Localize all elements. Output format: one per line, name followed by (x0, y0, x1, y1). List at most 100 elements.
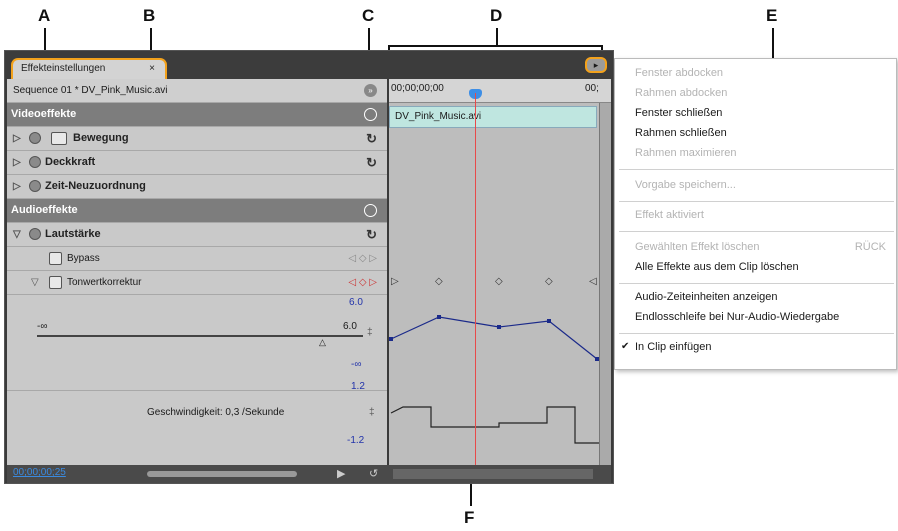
callout-b: B (143, 6, 156, 25)
motion-icon (51, 132, 67, 145)
effect-name: Deckkraft (45, 156, 96, 168)
menu-separator (619, 231, 894, 232)
sequence-row: Sequence 01 * DV_Pink_Music.avi » (7, 79, 387, 103)
tab-effect-controls[interactable]: Effekteinstellungen × (11, 58, 167, 79)
effect-row-lautstaerke[interactable]: ▽ Lautstärke ↻ (7, 223, 387, 247)
loop-icon[interactable]: ↺ (369, 467, 378, 480)
menu-separator (619, 201, 894, 202)
keyframe-row: ▷ ◇ ◇ ◇ ◁ (389, 271, 599, 295)
property-name: Tonwertkorrektur (67, 277, 142, 288)
video-effects-header: Videoeffekte (7, 103, 387, 127)
keyframe-nav-icon[interactable]: ◁ ◇ ▷ (348, 247, 377, 270)
figure: { "callouts": ["A","B","C","D","E","F"],… (0, 0, 898, 531)
horizontal-scrollbar[interactable] (393, 469, 593, 479)
effect-row-deckkraft[interactable]: ▷ Deckkraft ↻ (7, 151, 387, 175)
menu-item-close-window[interactable]: Fenster schließen (635, 107, 722, 119)
value-min-label: -∞ (351, 359, 362, 370)
disclosure-triangle-icon[interactable]: ▷ (13, 127, 21, 150)
menu-item-maximize-frame[interactable]: Rahmen maximieren (635, 147, 736, 159)
menu-separator (619, 333, 894, 334)
current-time-indicator (475, 93, 476, 465)
stopwatch-icon[interactable] (49, 252, 62, 265)
keyframe-nav-icon[interactable]: ◁ ◇ ▷ (348, 271, 377, 294)
tab-bar: Effekteinstellungen × ▸ (5, 51, 613, 79)
disclosure-triangle-icon[interactable]: ▷ (13, 175, 21, 198)
menu-item-save-preset[interactable]: Vorgabe speichern... (635, 179, 736, 191)
callout-f: F (464, 508, 475, 527)
volume-curve (390, 316, 598, 360)
timeline-area: 00;00;00;00 00; DV_Pink_Music.avi ▷ ◇ ◇ … (389, 79, 611, 465)
sequence-label: Sequence 01 * DV_Pink_Music.avi (13, 85, 168, 96)
menu-item-effect-enabled[interactable]: Effekt aktiviert (635, 209, 704, 221)
keyframe-icon[interactable]: ▷ (391, 276, 399, 287)
reset-icon[interactable]: ↻ (366, 151, 377, 174)
keyframe-icon[interactable]: ◇ (495, 276, 503, 287)
fx-toggle-icon[interactable] (29, 228, 41, 240)
checkmark-icon: ✔ (621, 341, 630, 352)
callout-c: C (362, 6, 375, 25)
menu-item-delete-selected[interactable]: Gewählten Effekt löschen (635, 241, 760, 253)
reset-icon[interactable]: ↻ (366, 127, 377, 150)
fx-toggle-icon[interactable] (29, 156, 41, 168)
volume-graph-area: 6.0 -∞ 6.0 △ ‡ -∞ 1.2 (7, 295, 387, 392)
menu-item-delete-all[interactable]: Alle Effekte aus dem Clip löschen (635, 261, 799, 273)
menu-separator (619, 169, 894, 170)
speed-curve (390, 406, 599, 444)
speed-min-label: -1.2 (347, 435, 365, 446)
keyframe-graph (389, 315, 599, 444)
graph-point (497, 325, 501, 329)
zoom-slider[interactable] (147, 471, 297, 477)
callout-d-line (496, 28, 498, 46)
effects-list: Sequence 01 * DV_Pink_Music.avi » Videoe… (7, 79, 387, 465)
effect-name: Lautstärke (45, 228, 101, 240)
fx-toggle-icon[interactable] (29, 180, 41, 192)
menu-shortcut: RÜCK (854, 241, 886, 253)
time-ruler[interactable]: 00;00;00;00 00; (389, 79, 611, 103)
value-max-label: 6.0 (349, 297, 363, 308)
expand-icon[interactable] (364, 204, 377, 217)
vertical-scrollbar[interactable] (599, 103, 611, 465)
current-time-display[interactable]: 00;00;00;25 (13, 467, 66, 478)
menu-item-close-frame[interactable]: Rahmen schließen (635, 127, 727, 139)
clip-name: DV_Pink_Music.avi (395, 111, 482, 122)
property-name: Bypass (67, 253, 100, 264)
timecode-end: 00; (585, 83, 599, 94)
graph-point (437, 315, 441, 319)
property-row-bypass[interactable]: Bypass ◁ ◇ ▷ (7, 247, 387, 271)
slider-value-label: 6.0 (343, 321, 357, 332)
video-effects-label: Videoeffekte (11, 108, 77, 120)
menu-item-audio-time-units[interactable]: Audio-Zeiteinheiten anzeigen (635, 291, 778, 303)
effect-name: Bewegung (73, 132, 129, 144)
speed-area: Geschwindigkeit: 0,3 /Sekunde ‡ -1.2 (7, 391, 387, 465)
callout-d: D (490, 6, 503, 25)
audio-effects-header: Audioeffekte (7, 199, 387, 223)
effect-row-zeit[interactable]: ▷ Zeit-Neuzuordnung (7, 175, 387, 199)
menu-item-undock-frame[interactable]: Rahmen abdocken (635, 87, 727, 99)
menu-item-pin-to-clip[interactable]: In Clip einfügen (635, 341, 711, 353)
clip-bar[interactable]: DV_Pink_Music.avi (389, 106, 597, 128)
divider-icon: ‡ (367, 327, 373, 338)
menu-item-loop-audio[interactable]: Endlosschleife bei Nur-Audio-Wiedergabe (635, 311, 839, 323)
keyframe-icon[interactable]: ◇ (435, 276, 443, 287)
slider-handle-icon[interactable]: △ (319, 337, 326, 348)
callout-e: E (766, 6, 778, 25)
panel-menu-icon[interactable]: ▸ (585, 57, 607, 73)
stopwatch-icon[interactable] (49, 276, 62, 289)
volume-slider-track[interactable] (37, 335, 363, 337)
reset-icon[interactable]: ↻ (366, 223, 377, 246)
expand-icon[interactable] (364, 108, 377, 121)
property-row-tonwert[interactable]: ▽ Tonwertkorrektur ◁ ◇ ▷ (7, 271, 387, 295)
play-audio-icon[interactable]: ▶ (337, 467, 345, 480)
callout-d-bracket (388, 45, 603, 47)
keyframe-icon[interactable]: ◁ (589, 276, 597, 287)
menu-item-undock-window[interactable]: Fenster abdocken (635, 67, 723, 79)
disclosure-triangle-icon[interactable]: ▷ (13, 151, 21, 174)
panel-context-menu: Fenster abdocken Rahmen abdocken Fenster… (614, 58, 897, 370)
effect-row-bewegung[interactable]: ▷ Bewegung ↻ (7, 127, 387, 151)
show-hide-timeline-icon[interactable]: » (364, 84, 377, 97)
disclosure-triangle-icon[interactable]: ▽ (31, 271, 39, 294)
fx-toggle-icon[interactable] (29, 132, 41, 144)
keyframe-icon[interactable]: ◇ (545, 276, 553, 287)
disclosure-triangle-icon[interactable]: ▽ (13, 223, 21, 246)
close-icon[interactable]: × (149, 60, 155, 78)
